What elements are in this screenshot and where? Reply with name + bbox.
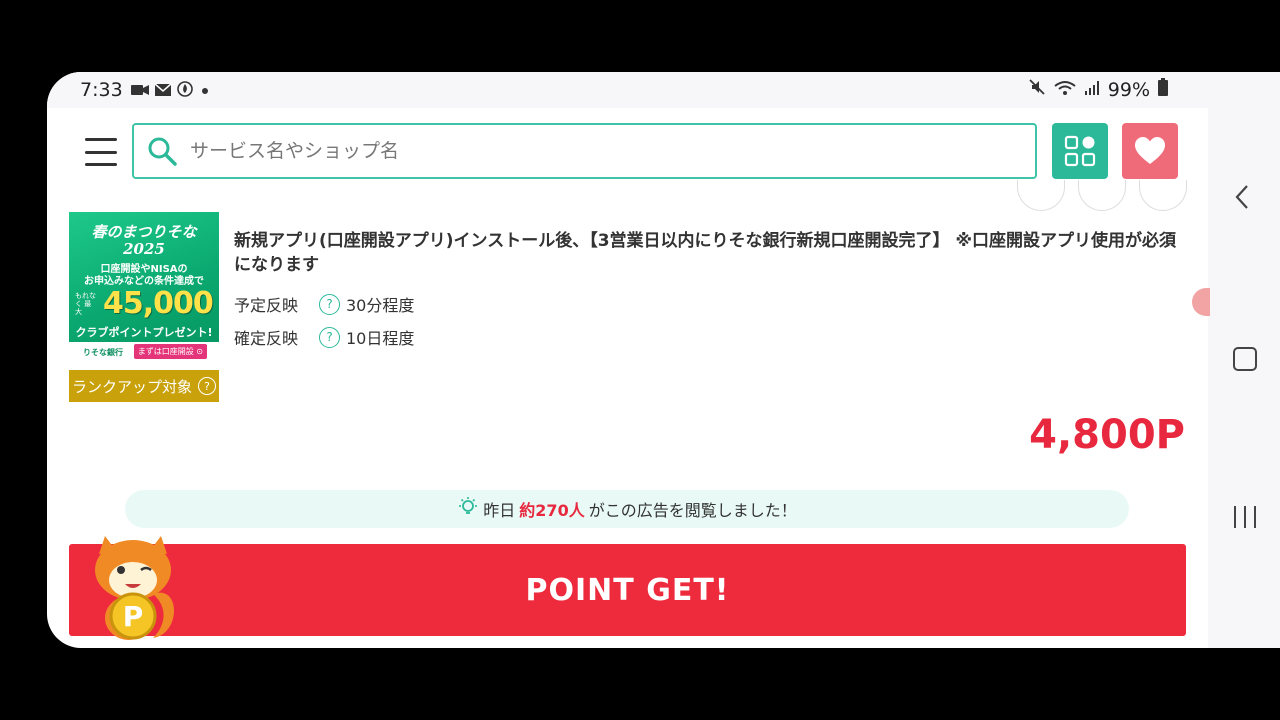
status-left-icons [131, 81, 211, 101]
status-right: 99% [1028, 78, 1168, 101]
mute-icon [1028, 78, 1046, 101]
confirmed-reflection-value: 10日程度 [346, 329, 415, 348]
confirmed-reflection-row: 確定反映 ? 10日程度 [234, 325, 414, 349]
rank-up-badge[interactable]: ランクアップ対象 ? [69, 370, 219, 402]
rank-up-label: ランクアップ対象 [71, 377, 192, 396]
views-suffix: がこの広告を閲覧しました！ [588, 501, 797, 520]
search-icon [147, 136, 177, 170]
help-icon: ? [198, 377, 216, 395]
banner-pill: まずは口座開設 ⊙ [133, 344, 207, 359]
offer-banner-image[interactable]: 春のまつりそな 2025 口座開設やNISAの お申込みなどの条件達成で もれな… [69, 212, 219, 362]
favorites-button[interactable] [1122, 123, 1178, 179]
squirrel-mascot-icon: P [83, 534, 183, 644]
wifi-icon [1054, 79, 1076, 101]
phone-screen: 7:33 99% サービス名やショップ名 春のまつりそな 2025 口座開設やN… [47, 72, 1280, 648]
points-amount: 4,800P [1029, 412, 1185, 458]
banner-small-text: もれなく 最大 [75, 292, 96, 316]
mail-icon [154, 82, 172, 101]
status-time: 7:33 [80, 79, 123, 101]
banner-bottom-strip: りそな銀行 まずは口座開設 ⊙ [69, 342, 219, 362]
banner-footer: クラブポイントプレゼント! [75, 326, 213, 339]
search-input[interactable] [188, 135, 1012, 167]
expected-reflection-label: 予定反映 [234, 296, 299, 315]
offer-title: 新規アプリ(口座開設アプリ)インストール後、【3営業日以内にりそな銀行新規口座開… [234, 231, 1176, 275]
back-icon[interactable] [1235, 184, 1249, 214]
status-bar: 7:33 99% [47, 72, 1208, 108]
signal-icon [1084, 79, 1100, 101]
views-prefix: 昨日 [483, 501, 516, 520]
system-nav-bar [1208, 72, 1280, 648]
svg-text:P: P [123, 600, 144, 633]
fire-icon [177, 81, 193, 101]
search-box[interactable] [132, 123, 1037, 179]
battery-percent: 99% [1107, 78, 1150, 101]
recent-apps-icon[interactable] [1234, 506, 1256, 528]
expected-reflection-row: 予定反映 ? 30分程度 [234, 292, 414, 316]
menu-icon[interactable] [85, 138, 117, 166]
dot-icon [199, 82, 211, 101]
floating-tab[interactable] [1192, 288, 1210, 316]
home-icon[interactable] [1233, 347, 1257, 371]
views-count: 約270人 [519, 501, 585, 520]
banner-bank-logo: りそな銀行 [83, 348, 123, 357]
banner-amount: 45,000 [103, 286, 214, 321]
banner-title: 春のまつりそな 2025 [91, 223, 197, 258]
views-notice: 昨日 約270人 がこの広告を閲覧しました！ [125, 490, 1129, 528]
share-action-icon[interactable] [1078, 180, 1126, 211]
battery-icon [1158, 78, 1168, 101]
point-get-button[interactable]: POINT GET! [69, 544, 1186, 636]
app-action-icon[interactable] [1017, 180, 1065, 211]
banner-subtitle: 口座開設やNISAの お申込みなどの条件達成で [84, 264, 204, 287]
lightbulb-icon [457, 496, 479, 522]
confirmed-reflection-label: 確定反映 [234, 329, 299, 348]
favorite-action-icon[interactable] [1139, 180, 1187, 211]
expected-reflection-value: 30分程度 [346, 296, 415, 315]
category-button[interactable] [1052, 123, 1108, 179]
video-camera-icon [131, 82, 149, 101]
help-icon[interactable]: ? [319, 293, 340, 315]
help-icon[interactable]: ? [319, 326, 340, 348]
